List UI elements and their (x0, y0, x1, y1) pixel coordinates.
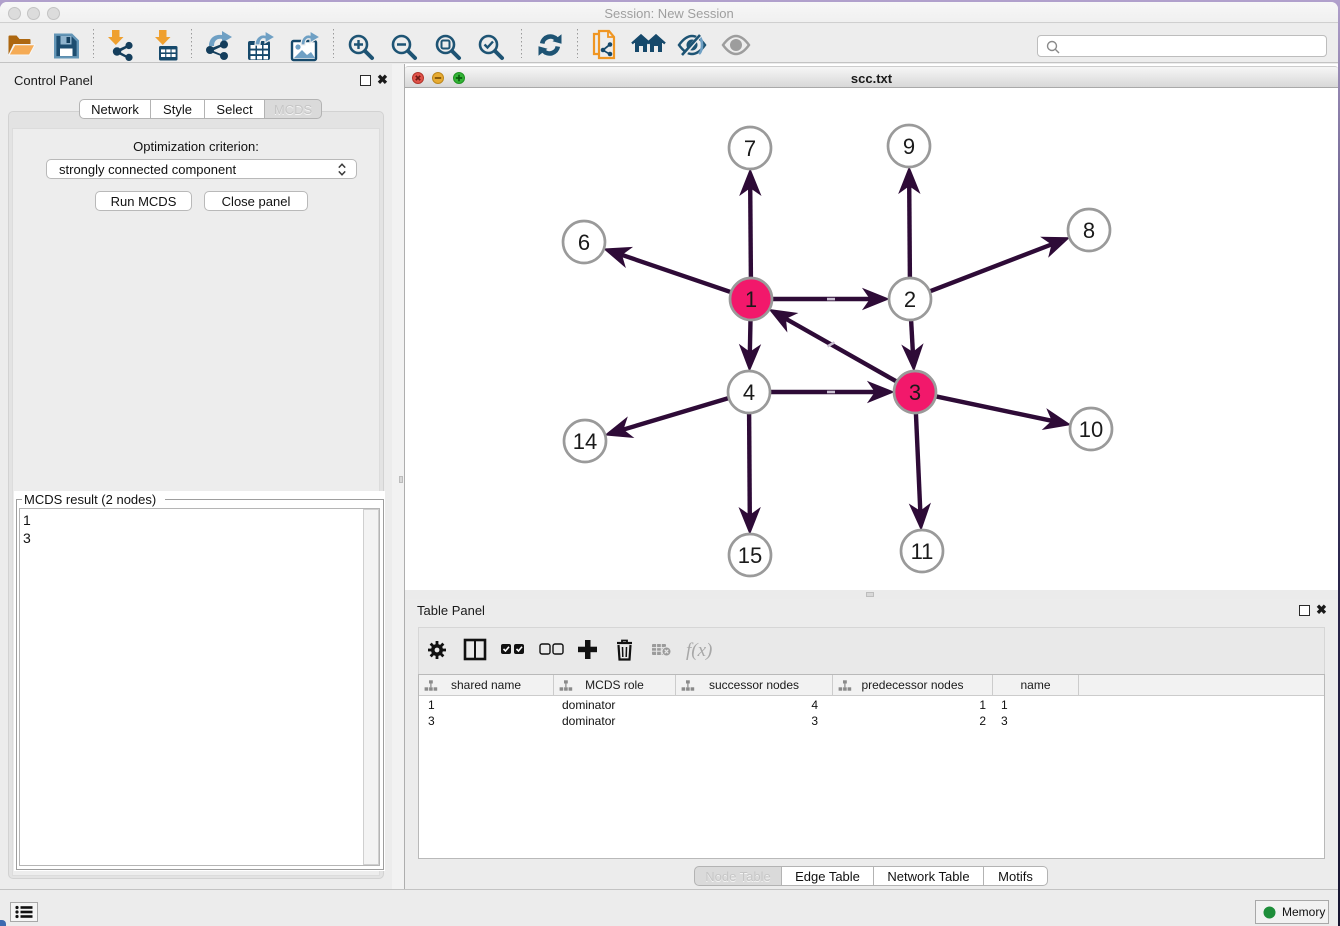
svg-text:9: 9 (903, 134, 915, 159)
svg-text:2: 2 (904, 287, 916, 312)
svg-text:15: 15 (738, 543, 762, 568)
svg-text:4: 4 (743, 380, 755, 405)
svg-text:1: 1 (745, 287, 757, 312)
svg-text:6: 6 (578, 230, 590, 255)
svg-text:11: 11 (911, 539, 934, 564)
svg-text:14: 14 (573, 429, 597, 454)
svg-text:7: 7 (744, 136, 756, 161)
svg-text:8: 8 (1083, 218, 1095, 243)
svg-text:f(x): f(x) (686, 640, 712, 661)
svg-text:10: 10 (1079, 417, 1103, 442)
svg-text:3: 3 (909, 380, 921, 405)
